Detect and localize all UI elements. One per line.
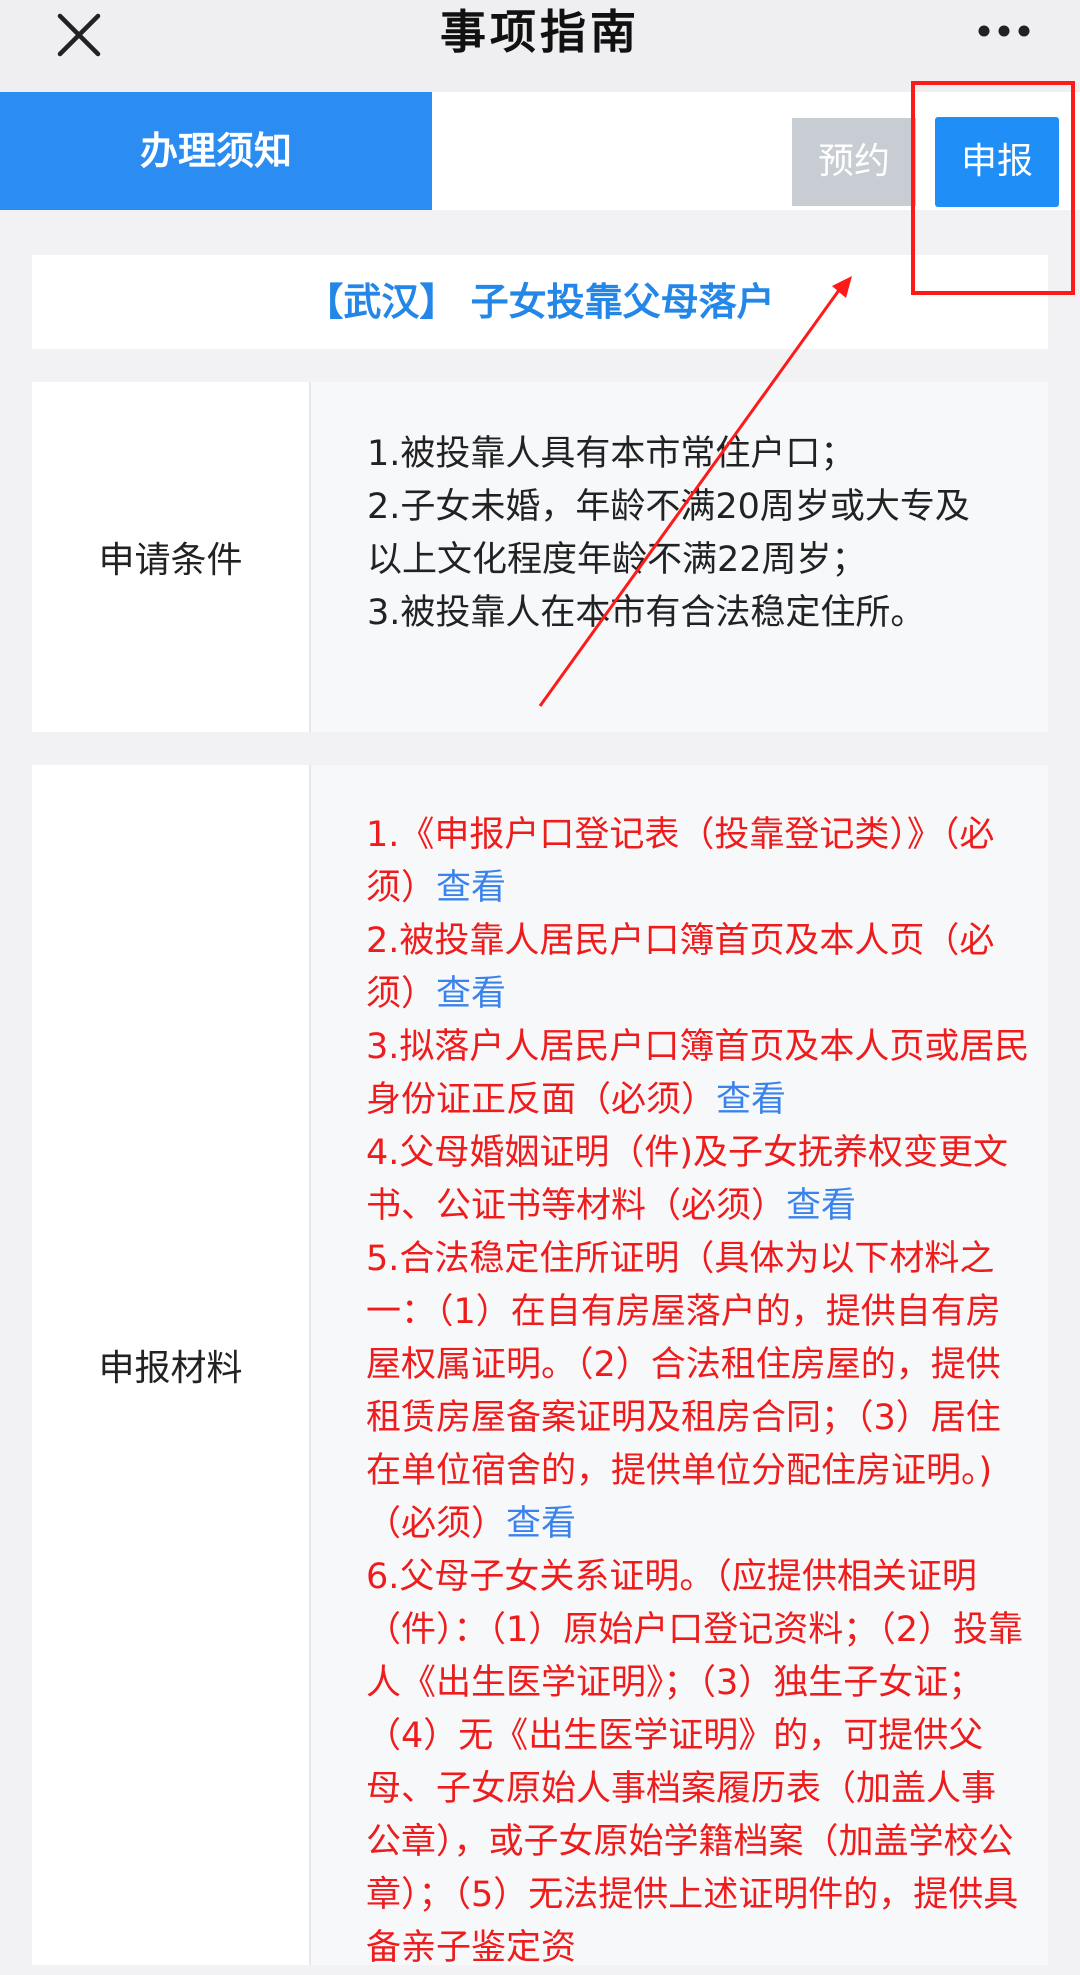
materials-label: 申报材料 <box>32 765 309 1965</box>
appointment-button[interactable]: 预约 <box>792 118 916 206</box>
navigation-bar: 事项指南 <box>0 0 1080 92</box>
more-button[interactable] <box>974 8 1034 56</box>
more-icon <box>977 23 1031 42</box>
material-item: 5.合法稳定住所证明（具体为以下材料之一：（1）在自有房屋落户的，提供自有房屋权… <box>366 1233 1030 1551</box>
conditions-section: 申请条件 1.被投靠人具有本市常住户口； 2.子女未婚，年龄不满20周岁或大专及… <box>32 382 1048 732</box>
view-link[interactable]: 查看 <box>786 1186 856 1226</box>
view-link[interactable]: 查看 <box>716 1080 786 1120</box>
view-link[interactable]: 查看 <box>436 868 506 908</box>
material-item-text: 5.合法稳定住所证明（具体为以下材料之一：（1）在自有房屋落户的，提供自有房屋权… <box>366 1239 1001 1544</box>
materials-section: 申报材料 1.《申报户口登记表（投靠登记类）》（必须）查看 2.被投靠人居民户口… <box>32 765 1048 1968</box>
tab-notice[interactable]: 办理须知 <box>0 92 432 210</box>
material-item-text: 4.父母婚姻证明（件)及子女抚养权变更文书、公证书等材料（必须） <box>366 1133 1009 1226</box>
material-item: 1.《申报户口登记表（投靠登记类）》（必须）查看 <box>366 809 1030 915</box>
materials-content: 1.《申报户口登记表（投靠登记类）》（必须）查看 2.被投靠人居民户口簿首页及本… <box>311 765 1048 1968</box>
conditions-label: 申请条件 <box>32 382 309 732</box>
material-item: 6.父母子女关系证明。（应提供相关证明（件）：（1）原始户口登记资料；（2）投靠… <box>366 1551 1030 1975</box>
material-item: 3.拟落户人居民户口簿首页及本人页或居民身份证正反面（必须）查看 <box>366 1021 1030 1127</box>
page-title: 事项指南 <box>440 5 640 59</box>
material-item-text: 3.拟落户人居民户口簿首页及本人页或居民身份证正反面（必须） <box>366 1027 1030 1120</box>
tab-bar: 办理须知 预约 申报 <box>0 92 1080 210</box>
material-item: 4.父母婚姻证明（件)及子女抚养权变更文书、公证书等材料（必须）查看 <box>366 1127 1030 1233</box>
condition-line: 2.子女未婚，年龄不满20周岁或大专及 <box>367 487 970 527</box>
view-link[interactable]: 查看 <box>506 1504 576 1544</box>
material-item-text: 6.父母子女关系证明。（应提供相关证明（件）：（1）原始户口登记资料；（2）投靠… <box>366 1557 1024 1968</box>
service-title: 【武汉】 子女投靠父母落户 <box>32 255 1048 349</box>
condition-line: 以上文化程度年龄不满22周岁； <box>367 540 867 580</box>
material-item: 2.被投靠人居民户口簿首页及本人页（必须）查看 <box>366 915 1030 1021</box>
condition-line: 3.被投靠人在本市有合法稳定住所。 <box>367 593 926 633</box>
view-link[interactable]: 查看 <box>436 974 506 1014</box>
apply-button[interactable]: 申报 <box>935 117 1059 207</box>
conditions-content: 1.被投靠人具有本市常住户口； 2.子女未婚，年龄不满20周岁或大专及 以上文化… <box>311 382 1048 732</box>
condition-line: 1.被投靠人具有本市常住户口； <box>367 434 856 474</box>
